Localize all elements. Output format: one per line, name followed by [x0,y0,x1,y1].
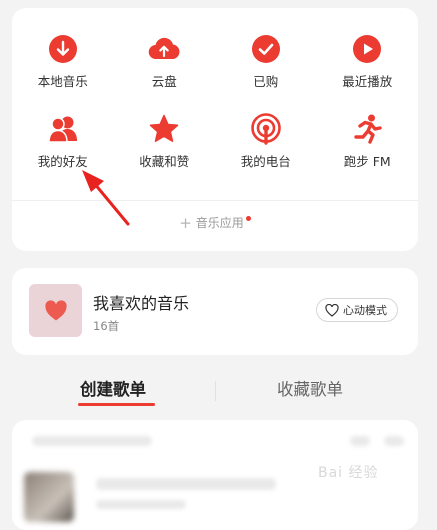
blurred-action [384,436,404,446]
grid-item-label: 收藏和赞 [139,154,190,169]
grid-item-recent-play[interactable]: 最近播放 [317,32,419,90]
quick-access-grid: 本地音乐 云盘 已购 最近播放 我的好友 收藏和赞 我的电台 跑步 FM [12,32,418,170]
divider [12,200,418,201]
grid-item-label: 我的电台 [240,154,291,169]
plus-icon: + [179,214,192,232]
grid-item-label: 最近播放 [342,74,393,89]
radio-icon [249,112,283,146]
music-apps-button[interactable]: + 音乐应用 [12,214,418,232]
liked-music-title: 我喜欢的音乐 [93,294,190,313]
download-icon [46,32,80,66]
watermark: Bai 经验 [318,465,379,481]
grid-item-label: 本地音乐 [37,74,88,89]
grid-item-local-music[interactable]: 本地音乐 [12,32,114,90]
grid-item-running-fm[interactable]: 跑步 FM [317,112,419,170]
heart-mode-label: 心动模式 [343,304,387,317]
quick-access-card: 本地音乐 云盘 已购 最近播放 我的好友 收藏和赞 我的电台 跑步 FM + 音… [12,8,418,251]
grid-item-my-friends[interactable]: 我的好友 [12,112,114,170]
friends-icon [46,112,80,146]
blurred-header [32,436,152,446]
playlist-tabs: 创建歌单 收藏歌单 [12,372,418,412]
grid-item-label: 已购 [253,74,279,89]
grid-item-cloud-disk[interactable]: 云盘 [114,32,216,90]
grid-item-label: 跑步 FM [343,154,391,169]
check-icon [249,32,283,66]
grid-item-purchased[interactable]: 已购 [215,32,317,90]
liked-music-count: 16首 [93,319,120,333]
grid-item-collect-likes[interactable]: 收藏和赞 [114,112,216,170]
tab-created-playlists[interactable]: 创建歌单 [80,376,146,400]
tab-collected-playlists[interactable]: 收藏歌单 [277,376,343,400]
notification-dot [245,216,251,221]
liked-music-cover [29,284,82,337]
running-icon [350,112,384,146]
liked-music-card[interactable]: 我喜欢的音乐 16首 心动模式 [12,268,418,355]
heart-outline-icon [325,303,339,317]
star-icon [147,112,181,146]
tab-separator [215,381,216,401]
blurred-playlist-meta [96,500,186,509]
grid-item-label: 我的好友 [37,154,88,169]
active-tab-indicator [78,403,155,406]
cloud-upload-icon [147,32,181,66]
grid-item-label: 云盘 [151,74,177,89]
music-apps-label: 音乐应用 [195,216,244,230]
blurred-playlist-title [96,478,276,490]
heart-mode-button[interactable]: 心动模式 [316,298,398,322]
play-icon [350,32,384,66]
heart-icon [44,299,67,320]
grid-item-my-radio[interactable]: 我的电台 [215,112,317,170]
blurred-action [350,436,370,446]
